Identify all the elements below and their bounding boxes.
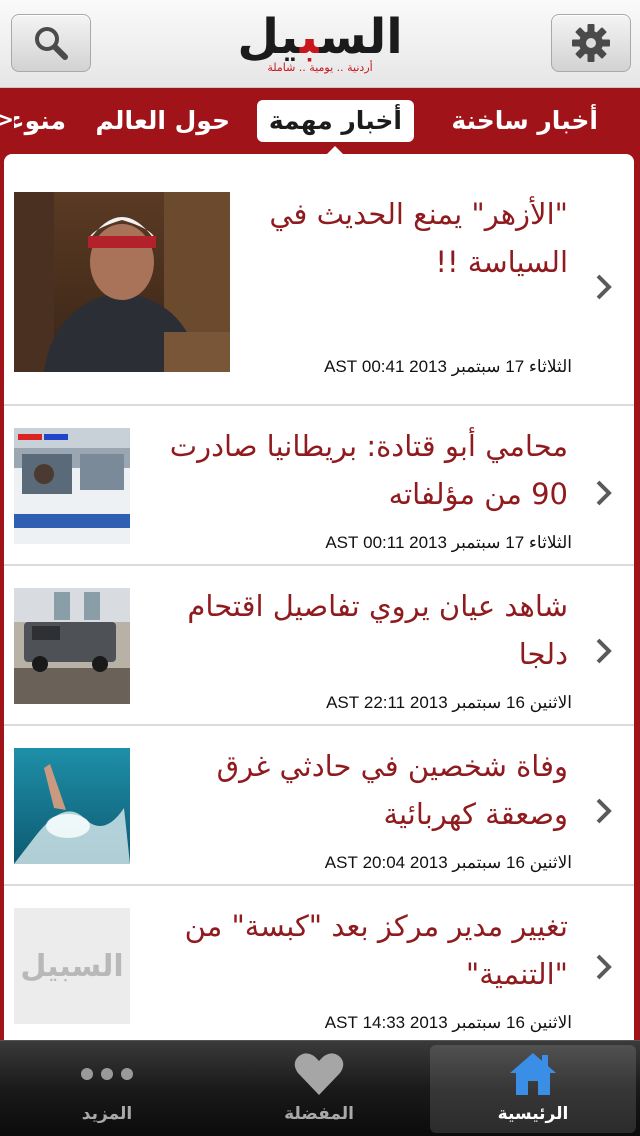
more-dots-icon [81,1068,133,1080]
app-header: السبيل أردنية .. يومية .. شاملة [0,0,640,88]
chevron-right-icon [596,798,612,824]
heart-icon [294,1053,344,1095]
tab-more[interactable]: المزيد [4,1045,210,1133]
gear-icon [572,24,610,62]
news-headline[interactable]: شاهد عيان يروي تفاصيل اقتحام دلجا [168,582,568,678]
news-thumbnail [14,588,130,704]
tab-home-label: الرئيسية [497,1104,569,1124]
news-thumbnail [14,192,230,372]
tab-around-world[interactable]: حول العالم [95,100,230,142]
chevron-right-icon [596,638,612,664]
category-tabs: أخبار ساخنة أخبار مهمة حول العالم منوعات… [0,88,640,154]
tab-more-label: المزيد [81,1104,133,1124]
news-item[interactable]: "الأزهر" يمنع الحديث في السياسة !! الثلا… [4,154,634,406]
tab-favorites-label: المفضلة [284,1104,354,1124]
settings-button[interactable] [551,14,631,72]
news-thumbnail [14,428,130,544]
tab-favorites[interactable]: المفضلة [216,1045,422,1133]
news-item[interactable]: محامي أبو قتادة: بريطانيا صادرت 90 من مؤ… [4,406,634,566]
chevron-right-icon [596,480,612,506]
news-item[interactable]: وفاة شخصين في حادثي غرق وصعقة كهربائية ا… [4,726,634,886]
search-icon [35,27,68,60]
news-item[interactable]: السبيل تغيير مدير مركز بعد "كبسة" من "ال… [4,886,634,1040]
news-list: "الأزهر" يمنع الحديث في السياسة !! الثلا… [4,154,634,1040]
news-date: الاثنين 16 سبتمبر 2013 22:11 AST [326,693,572,712]
news-thumbnail [14,748,130,864]
news-date: الثلاثاء 17 سبتمبر 2013 00:41 AST [324,357,572,376]
news-headline[interactable]: وفاة شخصين في حادثي غرق وصعقة كهربائية [168,742,568,838]
news-item[interactable]: شاهد عيان يروي تفاصيل اقتحام دلجا الاثني… [4,566,634,726]
home-icon [510,1053,556,1095]
bottom-tab-bar: المزيد المفضلة الرئيسية [0,1040,640,1136]
news-date: الاثنين 16 سبتمبر 2013 14:33 AST [324,1013,572,1032]
placeholder-logo-text: السبيل [20,948,124,984]
search-button[interactable] [11,14,91,72]
logo-wordmark: السبيل [237,9,404,65]
chevron-right-icon [596,954,612,980]
news-headline[interactable]: محامي أبو قتادة: بريطانيا صادرت 90 من مؤ… [168,422,568,518]
app-logo: السبيل أردنية .. يومية .. شاملة [232,10,408,80]
news-headline[interactable]: "الأزهر" يمنع الحديث في السياسة !! [238,190,568,286]
news-date: الاثنين 16 سبتمبر 2013 20:04 AST [324,853,572,872]
tab-important-news[interactable]: أخبار مهمة [256,100,414,142]
news-date: الثلاثاء 17 سبتمبر 2013 00:11 AST [325,533,572,552]
more-tabs-indicator[interactable]: < [0,100,14,142]
news-thumbnail: السبيل [14,908,130,1024]
chevron-right-icon [596,274,612,300]
tab-home[interactable]: الرئيسية [430,1045,636,1133]
tab-hot-news[interactable]: أخبار ساخنة [451,100,598,142]
news-headline[interactable]: تغيير مدير مركز بعد "كبسة" من "التنمية" [148,902,568,998]
